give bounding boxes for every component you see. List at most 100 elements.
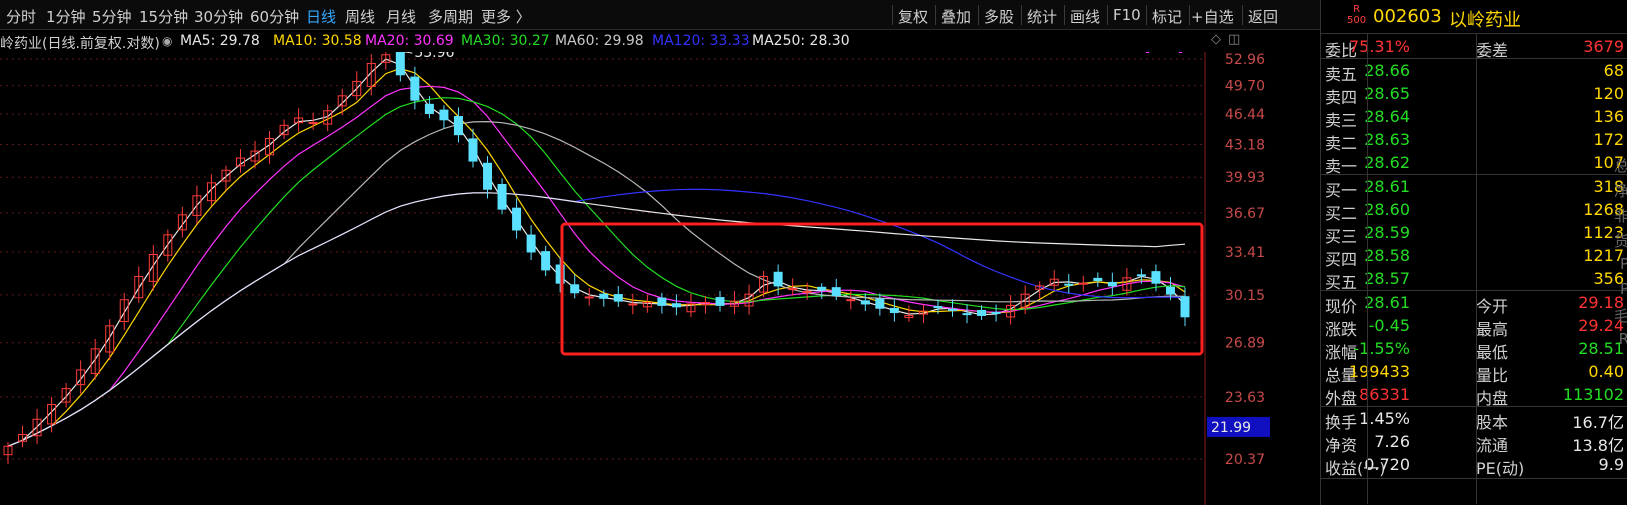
- candle-body: [599, 293, 609, 299]
- level-volume: 120: [1593, 84, 1624, 103]
- clipped-side-char: P: [1619, 280, 1627, 298]
- period-tab-30min[interactable]: 30分钟: [194, 6, 243, 27]
- quote-value: 113102: [1562, 385, 1624, 404]
- settings-icon[interactable]: ◉: [162, 34, 172, 48]
- level-price: 28.63: [1364, 130, 1410, 149]
- candle-body: [613, 294, 623, 302]
- price-tick-label: 49.70: [1225, 79, 1265, 95]
- level-price: 28.64: [1364, 107, 1410, 126]
- ma120-label: MA120: 33.33: [652, 33, 750, 49]
- candle-body: [773, 271, 783, 287]
- quote-value: -0.45: [1368, 316, 1410, 335]
- fund-value: 0.720: [1364, 455, 1410, 474]
- ma5-label: MA5: 29.78: [180, 33, 260, 49]
- stock-name: 以岭药业: [1449, 10, 1521, 31]
- period-tab-multi[interactable]: 多周期: [428, 6, 473, 27]
- candle-body: [468, 138, 478, 162]
- candle-body: [977, 309, 987, 316]
- clipped-side-char: 总: [1613, 157, 1627, 175]
- period-tab-daily[interactable]: 日线: [306, 6, 336, 27]
- axis-price-highlight-label: 21.99: [1211, 420, 1251, 436]
- price-tick-label: 39.93: [1225, 170, 1265, 186]
- period-tab-monthly[interactable]: 月线: [386, 6, 416, 27]
- candle-body: [860, 300, 870, 305]
- quote-value: 0.40: [1588, 362, 1624, 381]
- clipped-side-char: R: [1618, 330, 1627, 348]
- add-watchlist-button[interactable]: +自选: [1191, 6, 1234, 27]
- level-price: 28.58: [1364, 246, 1410, 265]
- ma20-label: MA20: 30.69: [365, 33, 454, 49]
- clipped-side-char: 货: [1613, 232, 1627, 250]
- candle-body: [497, 184, 507, 210]
- ma250-label: MA250: 28.30: [752, 33, 850, 49]
- ma10-label: MA10: 30.58: [273, 33, 362, 49]
- candle-body: [584, 296, 594, 299]
- fund-value: 7.26: [1374, 432, 1410, 451]
- kline-chart[interactable]: 52.96 49.70 46.44 43.18 39.93 36.67 33.41 30.15…: [0, 52, 1320, 505]
- ma-line-curve: [7, 67, 1186, 447]
- price-tick-label: 43.18: [1225, 137, 1265, 153]
- price-tick-label: 33.41: [1225, 245, 1265, 261]
- candle-body: [1107, 281, 1117, 287]
- price-tick-label: 30.15: [1225, 288, 1265, 304]
- candle-body: [715, 297, 725, 306]
- candle-body: [1093, 277, 1103, 282]
- fund-label: PE(动): [1476, 459, 1525, 478]
- r-badge: R 500: [1347, 4, 1367, 26]
- fuquan-button[interactable]: 复权: [898, 6, 928, 27]
- candle-body: [788, 288, 798, 291]
- period-tab-5min[interactable]: 5分钟: [92, 6, 132, 27]
- quote-value: 199433: [1348, 362, 1410, 381]
- price-tick-label: 20.37: [1225, 452, 1265, 468]
- period-tab-60min[interactable]: 60分钟: [250, 6, 299, 27]
- overlay-button[interactable]: 叠加: [941, 6, 971, 27]
- candle-body: [1136, 274, 1146, 277]
- back-button[interactable]: 返回: [1248, 6, 1278, 27]
- stock-code: 002603: [1373, 6, 1442, 27]
- candle-body: [1064, 283, 1074, 286]
- candle-body: [541, 251, 551, 271]
- candle-body: [962, 313, 972, 316]
- chart-title: 岭药业(日线.前复权.对数): [0, 36, 160, 52]
- multi-stock-button[interactable]: 多股: [984, 6, 1014, 27]
- period-tab-1min[interactable]: 1分钟: [46, 6, 86, 27]
- candle-body: [1151, 271, 1161, 284]
- statistics-button[interactable]: 统计: [1027, 6, 1057, 27]
- candle-body: [817, 286, 827, 291]
- panel-toggle-icon[interactable]: ◫: [1228, 32, 1240, 47]
- candle-body: [1078, 282, 1088, 285]
- period-tab-fenshi[interactable]: 分时: [6, 6, 36, 27]
- f10-button[interactable]: F10: [1113, 6, 1141, 24]
- draw-line-button[interactable]: 画线: [1070, 6, 1100, 27]
- quote-value: 28.51: [1578, 339, 1624, 358]
- indicator-dot: [1179, 52, 1182, 53]
- level-price: 28.57: [1364, 269, 1410, 288]
- weicha-value: 3679: [1583, 37, 1624, 56]
- level-volume: 68: [1603, 61, 1624, 80]
- mark-button[interactable]: 标记: [1152, 6, 1182, 27]
- price-tick-label: 23.63: [1225, 390, 1265, 406]
- candle-body: [933, 306, 943, 309]
- ma-indicator-line: 岭药业(日线.前复权.对数) ◉ MA5: 29.78 MA10: 30.58 …: [0, 30, 1320, 52]
- diamond-icon[interactable]: ◇: [1211, 32, 1221, 47]
- indicator-dot: [1146, 52, 1149, 53]
- candle-body: [570, 284, 580, 294]
- period-tab-weekly[interactable]: 周线: [345, 6, 375, 27]
- candle-body: [991, 311, 1001, 314]
- ma-line-curve: [7, 58, 1186, 447]
- candle-body: [831, 287, 841, 297]
- candle-body: [439, 109, 449, 121]
- period-tab-15min[interactable]: 15分钟: [139, 6, 188, 27]
- price-tick-label: 52.96: [1225, 52, 1265, 68]
- ma-line-curve: [7, 85, 1186, 447]
- level-volume: 172: [1593, 130, 1624, 149]
- period-tab-more[interactable]: 更多 〉: [481, 6, 531, 27]
- candle-body: [1180, 296, 1190, 318]
- ma-line-curve: [7, 192, 1186, 447]
- level-price: 28.62: [1364, 153, 1410, 172]
- candle-body: [410, 76, 420, 101]
- clipped-side-char: 非: [1613, 207, 1627, 225]
- ma-line-curve: [7, 188, 1186, 447]
- price-tick-label: 36.67: [1225, 206, 1265, 222]
- quote-value: -1.55%: [1353, 339, 1410, 358]
